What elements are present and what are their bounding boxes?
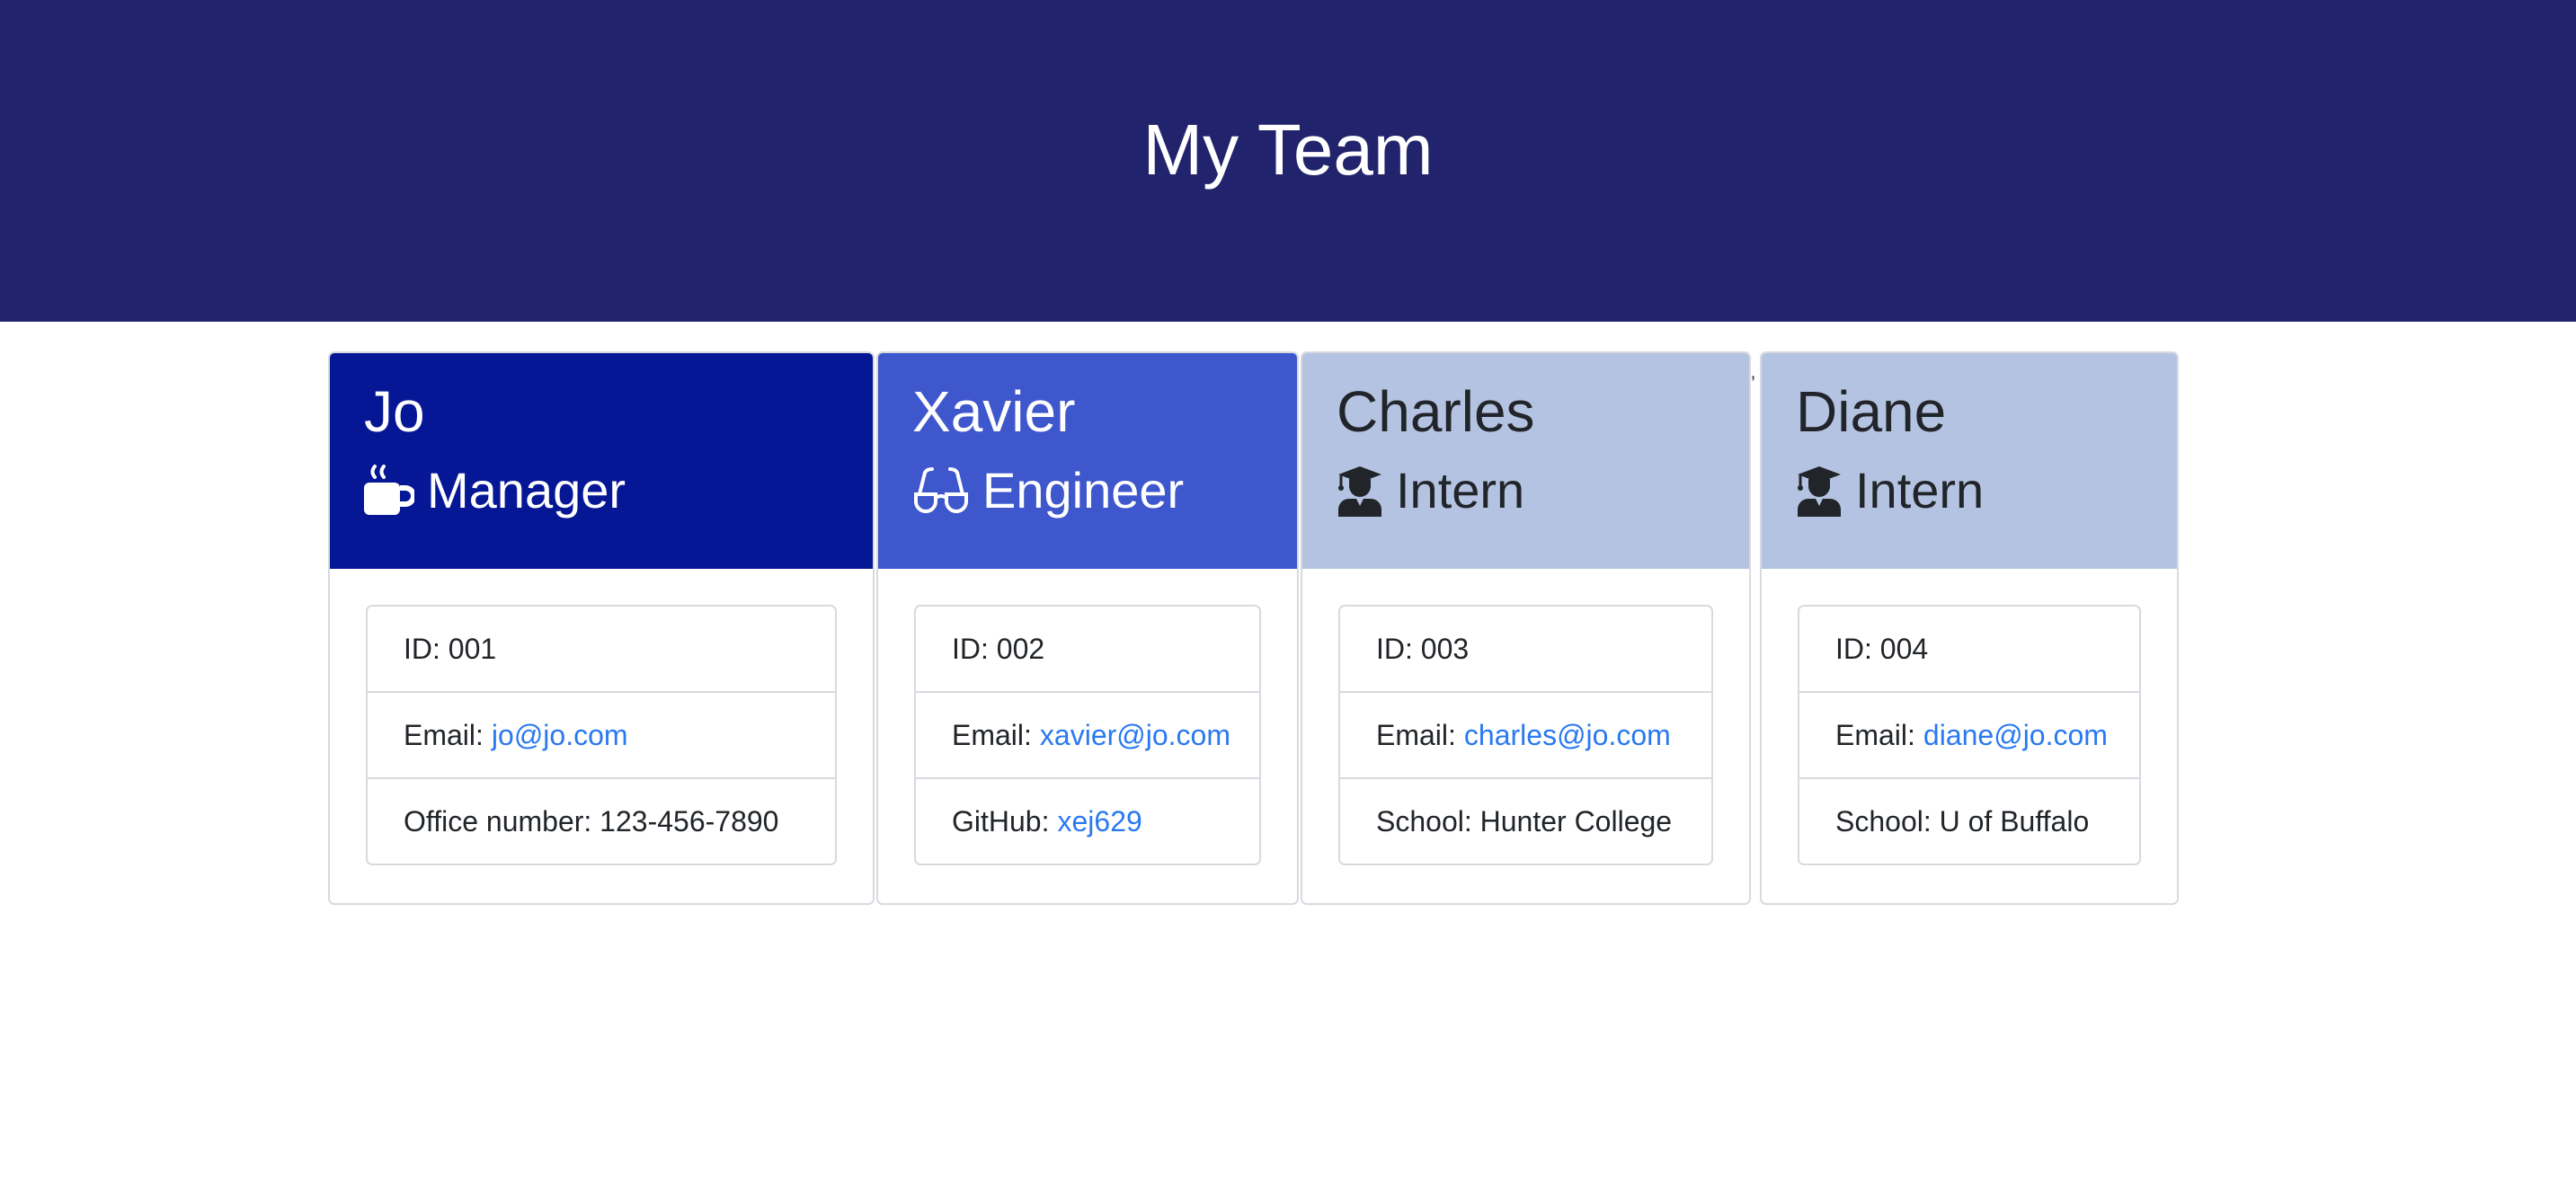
employee-role: Intern	[1796, 461, 1984, 519]
id-text: ID: 002	[952, 632, 1045, 665]
employee-card-jo: Jo Manager ID: 001 Email: jo@jo.com Offi…	[328, 351, 875, 905]
employee-card-charles: Charles Intern ID: 003 Email: charles@jo…	[1301, 351, 1751, 905]
employee-role: Engineer	[912, 461, 1184, 519]
role-label: Manager	[427, 462, 626, 519]
employee-role: Manager	[364, 461, 626, 519]
page-title: My Team	[1142, 110, 1434, 190]
card-body: ID: 001 Email: jo@jo.com Office number: …	[330, 569, 873, 903]
id-item: ID: 003	[1340, 607, 1711, 693]
email-link[interactable]: jo@jo.com	[492, 719, 628, 752]
email-link[interactable]: xavier@jo.com	[1040, 719, 1230, 752]
email-label: Email:	[952, 718, 1032, 751]
email-item: Email: xavier@jo.com	[916, 693, 1259, 779]
employee-name: Diane	[1796, 379, 1947, 444]
employee-card-diane: Diane Intern ID: 004 Email: diane@jo.com	[1760, 351, 2179, 905]
employee-name: Jo	[364, 379, 425, 444]
school-text: School: Hunter College	[1376, 804, 1673, 838]
email-link[interactable]: charles@jo.com	[1464, 719, 1671, 752]
card-header: Diane Intern	[1762, 353, 2177, 569]
email-item: Email: jo@jo.com	[368, 693, 835, 779]
github-label: GitHub:	[952, 804, 1050, 838]
details-list: ID: 003 Email: charles@jo.com School: Hu…	[1338, 605, 1713, 865]
details-list: ID: 002 Email: xavier@jo.com GitHub: xej…	[914, 605, 1261, 865]
role-label: Engineer	[982, 462, 1185, 519]
role-label: Intern	[1855, 462, 1985, 519]
card-body: ID: 004 Email: diane@jo.com School: U of…	[1762, 569, 2177, 903]
details-list: ID: 004 Email: diane@jo.com School: U of…	[1798, 605, 2141, 865]
email-item: Email: charles@jo.com	[1340, 693, 1711, 779]
office-number-text: Office number: 123-456-7890	[404, 804, 779, 838]
employee-card-xavier: Xavier Engineer ID: 002 Email: xavier@jo…	[876, 351, 1299, 905]
details-list: ID: 001 Email: jo@jo.com Office number: …	[366, 605, 837, 865]
employee-role: Intern	[1337, 461, 1524, 519]
github-item: GitHub: xej629	[916, 779, 1259, 864]
employee-name: Xavier	[912, 379, 1076, 444]
email-link[interactable]: diane@jo.com	[1923, 719, 2108, 752]
email-label: Email:	[1376, 718, 1456, 751]
card-body: ID: 002 Email: xavier@jo.com GitHub: xej…	[878, 569, 1297, 903]
card-header: Xavier Engineer	[878, 353, 1297, 569]
email-label: Email:	[1835, 718, 1915, 751]
stray-mark: ’	[1751, 372, 1755, 394]
id-text: ID: 003	[1376, 632, 1470, 665]
school-text: School: U of Buffalo	[1835, 804, 2090, 838]
id-item: ID: 004	[1799, 607, 2139, 693]
graduate-icon	[1796, 465, 1855, 517]
email-item: Email: diane@jo.com	[1799, 693, 2139, 779]
page-header: My Team	[0, 0, 2576, 322]
email-label: Email:	[404, 718, 484, 751]
employee-name: Charles	[1337, 379, 1535, 444]
id-text: ID: 004	[1835, 632, 1929, 665]
id-text: ID: 001	[404, 632, 497, 665]
office-number-item: Office number: 123-456-7890	[368, 779, 835, 864]
glasses-icon	[912, 466, 982, 514]
card-header: Charles Intern	[1302, 353, 1749, 569]
coffee-mug-icon	[364, 464, 427, 517]
card-header: Jo Manager	[330, 353, 873, 569]
id-item: ID: 002	[916, 607, 1259, 693]
graduate-icon	[1337, 465, 1396, 517]
card-body: ID: 003 Email: charles@jo.com School: Hu…	[1302, 569, 1749, 903]
role-label: Intern	[1396, 462, 1525, 519]
id-item: ID: 001	[368, 607, 835, 693]
github-link[interactable]: xej629	[1057, 805, 1141, 838]
school-item: School: Hunter College	[1340, 779, 1711, 864]
school-item: School: U of Buffalo	[1799, 779, 2139, 864]
